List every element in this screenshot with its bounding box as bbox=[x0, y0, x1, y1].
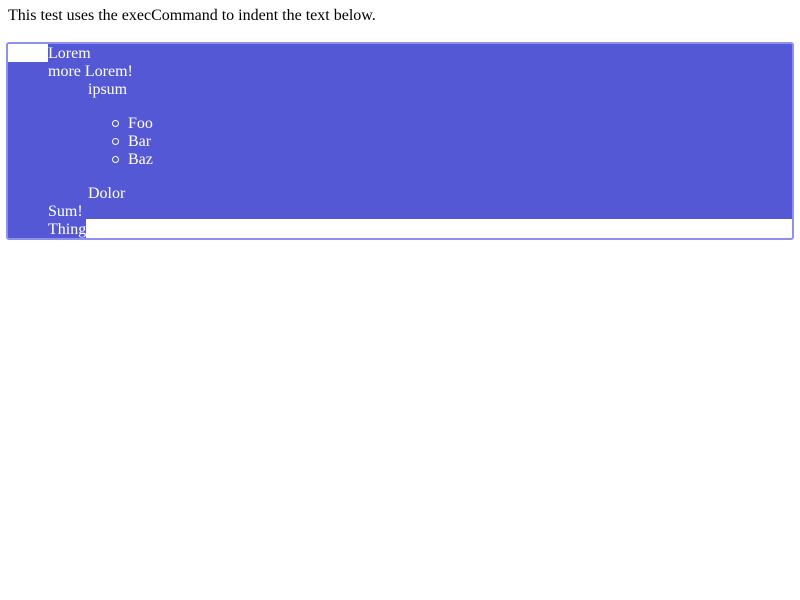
list-bullet-icon bbox=[112, 120, 119, 127]
list-bullet-icon bbox=[112, 156, 119, 163]
list-item-foo: Foo bbox=[128, 115, 153, 132]
instruction-text: This test uses the execCommand to indent… bbox=[8, 7, 376, 24]
line-sum: Sum! bbox=[48, 203, 83, 220]
line-ipsum: ipsum bbox=[88, 81, 128, 98]
selection-highlight-first-line bbox=[48, 44, 792, 62]
list-bullet-icon bbox=[112, 138, 119, 145]
line-thing: Thing bbox=[48, 221, 87, 238]
editable-region[interactable]: Lorem more Lorem! ipsum Foo Bar Baz Dolo… bbox=[6, 42, 794, 240]
line-more-lorem: more Lorem! bbox=[48, 63, 133, 80]
list-item-baz: Baz bbox=[128, 151, 153, 168]
line-lorem: Lorem bbox=[48, 45, 91, 62]
list-item-bar: Bar bbox=[128, 133, 152, 150]
line-dolor: Dolor bbox=[88, 185, 126, 202]
